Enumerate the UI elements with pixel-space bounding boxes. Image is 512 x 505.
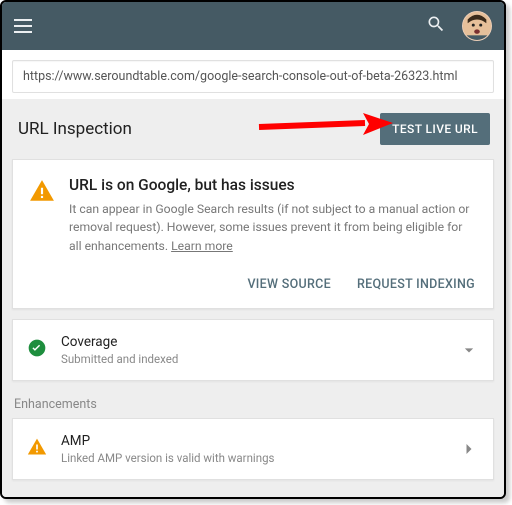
url-input[interactable]: https://www.seroundtable.com/google-sear… <box>12 60 494 93</box>
learn-more-link[interactable]: Learn more <box>171 239 233 253</box>
coverage-row[interactable]: Coverage Submitted and indexed <box>12 319 494 381</box>
status-card: URL is on Google, but has issues It can … <box>12 159 494 309</box>
warning-icon <box>29 178 55 255</box>
status-description: It can appear in Google Search results (… <box>69 200 477 255</box>
warning-icon <box>27 437 47 461</box>
status-title: URL is on Google, but has issues <box>69 176 477 194</box>
search-icon[interactable] <box>426 14 446 38</box>
menu-icon[interactable] <box>14 14 38 38</box>
avatar[interactable] <box>462 11 492 41</box>
chevron-right-icon <box>459 439 479 459</box>
check-icon <box>27 338 47 362</box>
enhancements-label: Enhancements <box>10 387 496 418</box>
annotation-arrow <box>255 109 395 147</box>
coverage-sub: Submitted and indexed <box>61 352 445 366</box>
topbar <box>2 2 504 50</box>
chevron-down-icon <box>459 340 479 360</box>
request-indexing-button[interactable]: REQUEST INDEXING <box>357 277 475 292</box>
test-live-url-button[interactable]: TEST LIVE URL <box>380 113 490 145</box>
amp-row[interactable]: AMP Linked AMP version is valid with war… <box>12 418 494 480</box>
amp-sub: Linked AMP version is valid with warning… <box>61 451 445 465</box>
amp-title: AMP <box>61 433 445 449</box>
view-source-button[interactable]: VIEW SOURCE <box>247 277 331 292</box>
page-title: URL Inspection <box>18 119 132 139</box>
coverage-title: Coverage <box>61 334 445 350</box>
